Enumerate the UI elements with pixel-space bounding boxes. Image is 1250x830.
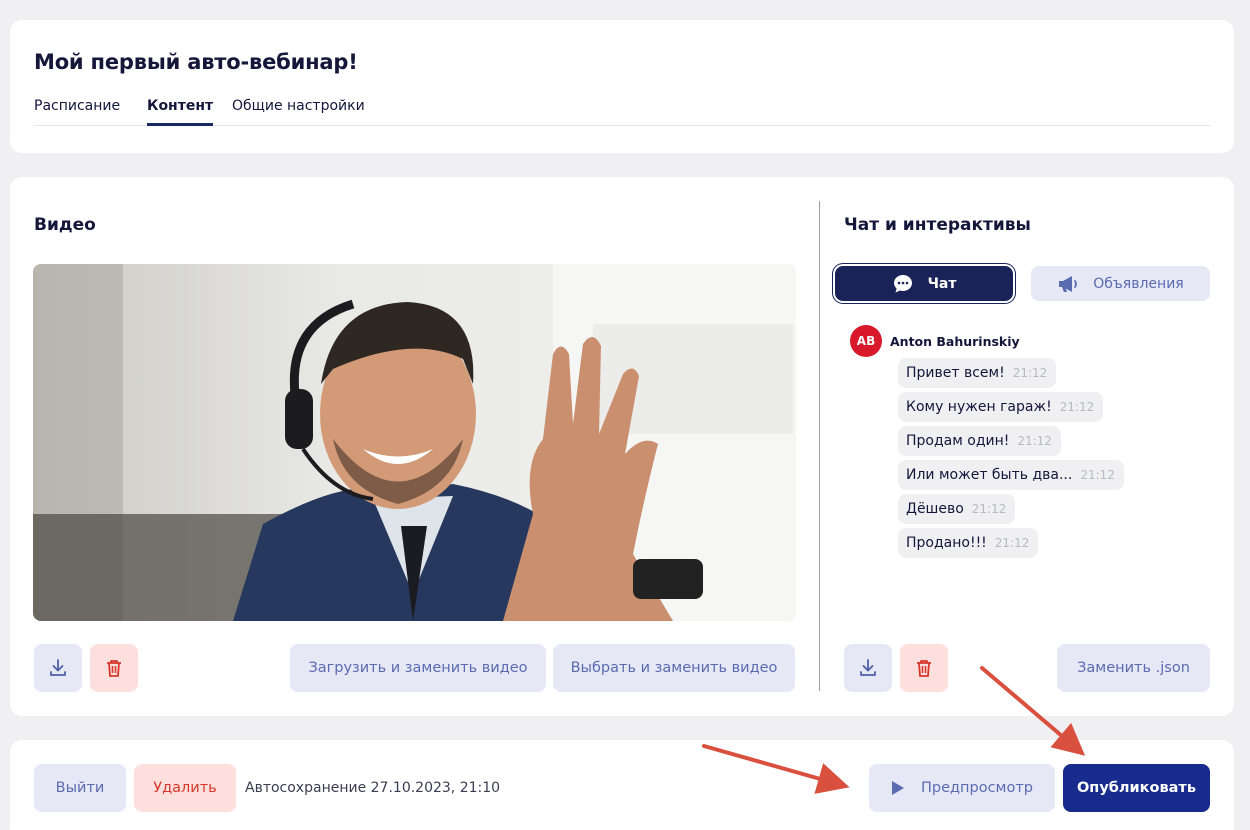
preview-label: Предпросмотр: [920, 780, 1034, 796]
preview-button[interactable]: Предпросмотр: [869, 764, 1055, 812]
tab-schedule[interactable]: Расписание: [34, 98, 120, 126]
upload-replace-video-button[interactable]: Загрузить и заменить видео: [290, 644, 546, 692]
download-video-button[interactable]: [34, 644, 82, 692]
page-title: Мой первый авто-вебинар!: [34, 50, 358, 74]
tab-announcements[interactable]: Объявления: [1031, 266, 1210, 301]
chat-message: Продам один! 21:12: [898, 426, 1061, 456]
header-card: Мой первый авто-вебинар! Расписание Конт…: [10, 20, 1234, 153]
tab-announcements-label: Объявления: [1093, 275, 1184, 292]
footer-card: Выйти Удалить Автосохранение 27.10.2023,…: [10, 740, 1234, 830]
tab-content[interactable]: Контент: [147, 98, 214, 126]
chat-message: Привет всем! 21:12: [898, 358, 1057, 388]
exit-button[interactable]: Выйти: [34, 764, 126, 812]
author-name: Anton Bahurinskiy: [890, 333, 1020, 349]
chat-message: Или может быть два... 21:12: [898, 460, 1124, 490]
download-icon: [860, 659, 876, 676]
delete-webinar-button[interactable]: Удалить: [134, 764, 236, 812]
select-replace-video-button[interactable]: Выбрать и заменить видео: [553, 644, 795, 692]
download-icon: [50, 659, 66, 676]
publish-button[interactable]: Опубликовать: [1063, 764, 1210, 812]
play-icon: [891, 781, 904, 795]
delete-video-button[interactable]: [90, 644, 138, 692]
tab-chat-label: Чат: [927, 275, 957, 292]
tab-general-settings[interactable]: Общие настройки: [232, 98, 365, 126]
chat-messages: Привет всем! 21:12 Кому нужен гараж! 21:12…: [898, 358, 1124, 562]
chat-message-author: AB Anton Bahurinskiy: [850, 325, 1020, 357]
replace-json-button[interactable]: Заменить .json: [1057, 644, 1210, 692]
tab-chat[interactable]: Чат: [835, 266, 1013, 301]
download-chat-button[interactable]: [844, 644, 892, 692]
chat-message: Продано!!! 21:12: [898, 528, 1039, 558]
video-section-title: Видео: [34, 215, 96, 235]
trash-icon: [917, 660, 931, 677]
section-divider: [819, 201, 820, 691]
chat-message: Дёшево 21:12: [898, 494, 1016, 524]
megaphone-icon: [1059, 275, 1078, 292]
autosave-status: Автосохранение 27.10.2023, 21:10: [245, 780, 501, 796]
trash-icon: [107, 660, 121, 677]
tabs-bar: Расписание Контент Общие настройки: [34, 98, 1210, 126]
video-thumbnail-image: [33, 264, 796, 621]
chat-message: Кому нужен гараж! 21:12: [898, 392, 1104, 422]
chat-bubble-icon: [893, 274, 912, 292]
video-preview[interactable]: [33, 264, 796, 621]
delete-chat-button[interactable]: [900, 644, 948, 692]
chat-section-title: Чат и интерактивы: [844, 215, 1031, 235]
avatar: AB: [850, 325, 882, 357]
